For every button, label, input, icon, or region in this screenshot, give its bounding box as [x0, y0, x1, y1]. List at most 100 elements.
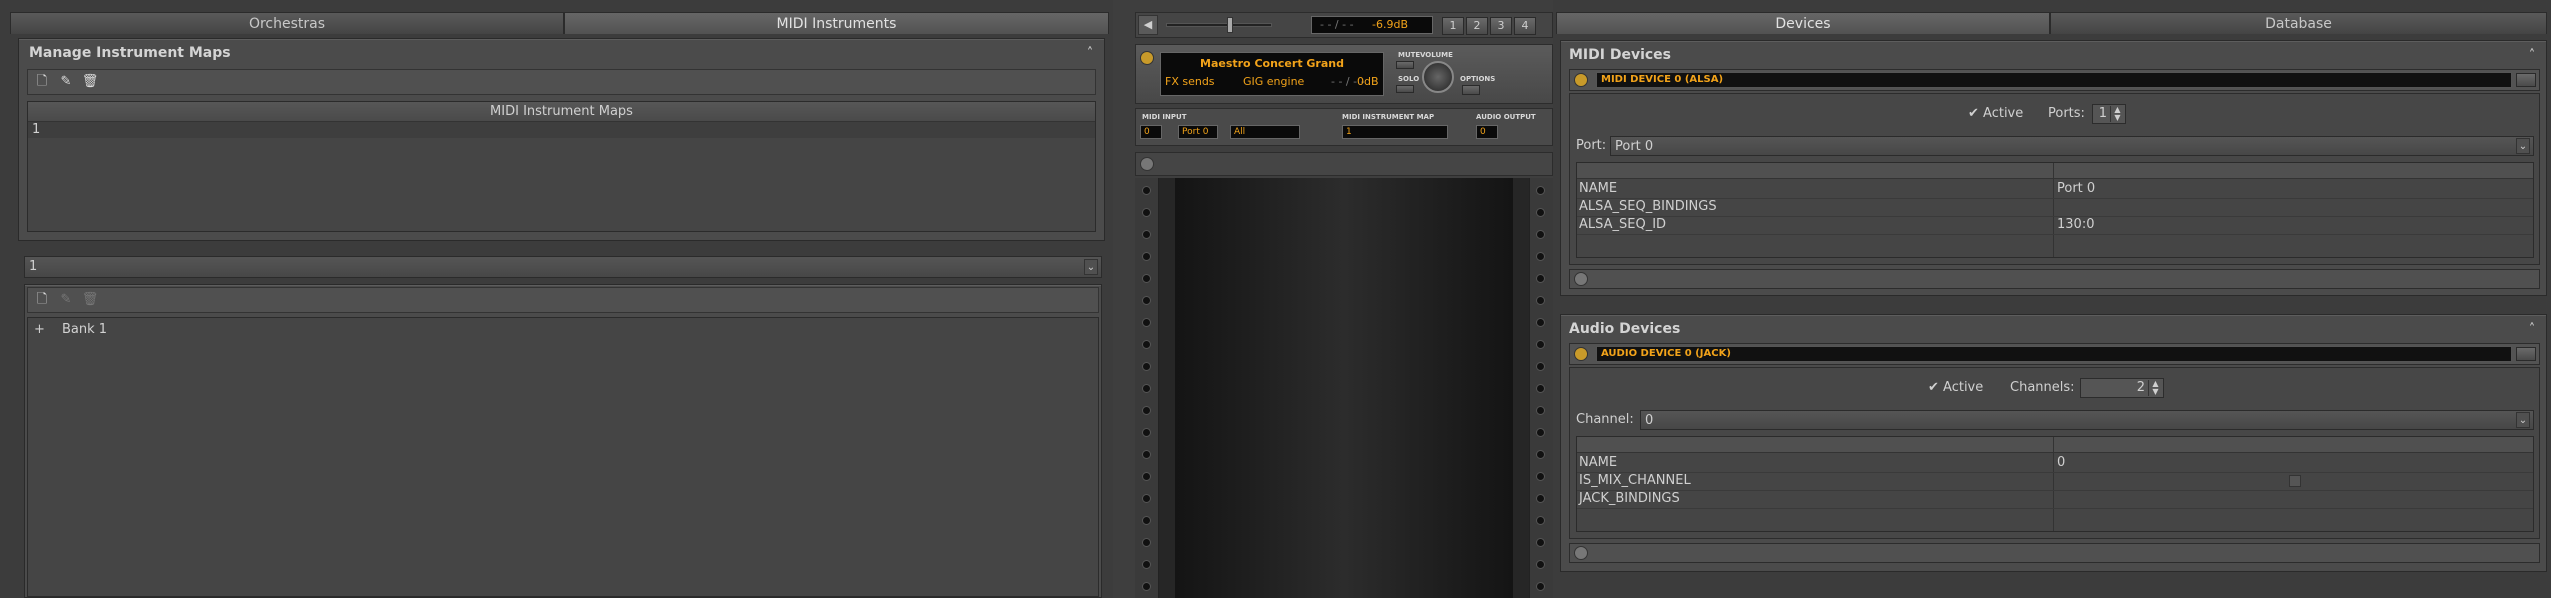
options-button[interactable] — [1462, 85, 1480, 95]
midi-device-power-icon[interactable] — [1574, 73, 1588, 87]
midi-device-body: ✔ Active Ports: 1 ▲ ▼ Port: Port 0 ⌄ NAME… — [1569, 93, 2540, 265]
delete-map-icon[interactable]: 🗑 — [80, 72, 100, 92]
rack-hole — [1536, 252, 1545, 261]
channels-spinbox[interactable]: 2 ▲ ▼ — [2080, 378, 2164, 398]
midi-active-checkbox[interactable]: ✔ Active — [1968, 106, 2023, 121]
channels-value: 2 — [2136, 380, 2145, 395]
rack-hole — [1536, 208, 1545, 217]
rack-hole — [1536, 406, 1545, 415]
add-bank-icon[interactable]: 🗋 — [32, 290, 52, 310]
power-icon[interactable] — [1140, 51, 1154, 65]
add-channel-bar — [1135, 152, 1553, 176]
manage-maps-frame: Manage Instrument Maps ˄ 🗋 ✎ 🗑 MIDI Inst… — [18, 38, 1105, 241]
table-row[interactable]: ALSA_SEQ_ID 130:0 — [1577, 217, 2533, 234]
rack-hole — [1536, 560, 1545, 569]
add-audio-device-icon[interactable] — [1574, 546, 1588, 560]
port-select[interactable]: Port 0 ⌄ — [1610, 136, 2534, 156]
page-3-button[interactable]: 3 — [1490, 17, 1512, 35]
edit-map-icon[interactable]: ✎ — [56, 72, 76, 92]
rack-hole — [1142, 428, 1151, 437]
rack-hole — [1142, 230, 1151, 239]
midi-devices-title: MIDI Devices — [1569, 47, 1672, 63]
ports-spinbox[interactable]: 1 ▲ ▼ — [2092, 104, 2126, 124]
mix-channel-checkbox[interactable] — [2289, 475, 2301, 487]
audio-devices-frame: Audio Devices ˄ AUDIO DEVICE 0 (JACK) ✔ … — [1560, 314, 2547, 572]
page-1-button[interactable]: 1 — [1442, 17, 1464, 35]
channel-page-buttons: 1 2 3 4 — [1442, 17, 1538, 35]
tree-row[interactable]: + Bank 1 — [28, 322, 328, 340]
table-row[interactable]: ALSA_SEQ_BINDINGS — [1577, 199, 2533, 216]
row-divider — [1577, 234, 2533, 235]
rack-hole — [1536, 538, 1545, 547]
param-key: NAME — [1579, 455, 1618, 470]
chevron-down-icon: ⌄ — [2516, 412, 2530, 428]
audio-device-options-button[interactable] — [2516, 347, 2536, 361]
collapse-icon[interactable]: ˄ — [2524, 322, 2540, 338]
collapse-icon[interactable]: ˄ — [2524, 48, 2540, 64]
volume-knob[interactable] — [1422, 61, 1454, 93]
midi-input-port[interactable]: Port 0 — [1178, 125, 1218, 139]
add-map-icon[interactable]: 🗋 — [32, 72, 52, 92]
master-lcd: - - / - - -6.9dB — [1311, 16, 1433, 34]
rack-hole — [1142, 384, 1151, 393]
tab-orchestras[interactable]: Orchestras — [10, 12, 564, 34]
master-volume-slider[interactable] — [1166, 17, 1272, 33]
midi-device-options-button[interactable] — [2516, 73, 2536, 87]
fx-sends-link[interactable]: FX sends — [1165, 75, 1215, 88]
audio-params-table: NAME 0 IS_MIX_CHANNEL JACK_BINDINGS — [1576, 436, 2534, 532]
midi-input-channel[interactable]: All — [1230, 125, 1300, 139]
rack-hole — [1142, 296, 1151, 305]
rack-hole — [1536, 318, 1545, 327]
spin-arrows-icon[interactable]: ▲ ▼ — [2148, 380, 2162, 396]
edit-bank-icon[interactable]: ✎ — [56, 290, 76, 310]
channel-strip: Maestro Concert Grand FX sends GIG engin… — [1135, 44, 1553, 104]
rack-hole — [1536, 362, 1545, 371]
left-pane: Orchestras MIDI Instruments Manage Instr… — [0, 0, 1113, 598]
ports-label: Ports: — [2048, 106, 2085, 121]
midi-input-device[interactable]: 0 — [1140, 125, 1162, 139]
page-2-button[interactable]: 2 — [1466, 17, 1488, 35]
rack-hole — [1142, 186, 1151, 195]
rack-hole — [1536, 230, 1545, 239]
right-pane: Devices Database MIDI Devices ˄ MIDI DEV… — [1553, 0, 2551, 598]
audio-device-name[interactable]: AUDIO DEVICE 0 (JACK) — [1596, 346, 2512, 362]
spin-arrows-icon[interactable]: ▲ ▼ — [2110, 106, 2124, 122]
table-row[interactable]: NAME 0 — [1577, 455, 2533, 472]
table-row[interactable]: IS_MIX_CHANNEL — [1577, 473, 2533, 490]
speaker-icon[interactable]: ◀ — [1138, 15, 1158, 35]
midi-device-name[interactable]: MIDI DEVICE 0 (ALSA) — [1596, 72, 2512, 88]
maps-table-header: MIDI Instrument Maps — [28, 102, 1095, 122]
instrument-map-combo[interactable]: 1 — [1342, 125, 1448, 139]
instrument-map-label: MIDI INSTRUMENT MAP — [1342, 113, 1435, 121]
solo-button[interactable] — [1396, 85, 1414, 93]
rack-hole — [1142, 450, 1151, 459]
collapse-icon[interactable]: ˄ — [1082, 46, 1098, 62]
tab-database[interactable]: Database — [2050, 12, 2547, 34]
tab-midi-instruments[interactable]: MIDI Instruments — [564, 12, 1109, 34]
rack-interior — [1175, 178, 1513, 598]
expand-icon[interactable]: + — [34, 322, 45, 337]
add-midi-device-icon[interactable] — [1574, 272, 1588, 286]
mute-button[interactable] — [1396, 61, 1414, 69]
center-pane: ◀ - - / - - -6.9dB 1 2 3 4 Maestro Conce… — [1113, 0, 1553, 598]
page-4-button[interactable]: 4 — [1514, 17, 1536, 35]
table-row[interactable]: 1 — [28, 122, 1095, 138]
table-row[interactable]: NAME Port 0 — [1577, 181, 2533, 198]
slider-handle[interactable] — [1227, 17, 1233, 33]
audio-device-power-icon[interactable] — [1574, 347, 1588, 361]
master-volume-value: -6.9dB — [1372, 18, 1408, 31]
instrument-name: Maestro Concert Grand — [1200, 57, 1344, 70]
add-channel-icon[interactable] — [1140, 157, 1154, 171]
audio-output-device[interactable]: 0 — [1476, 125, 1498, 139]
table-row[interactable]: JACK_BINDINGS — [1577, 491, 2533, 508]
param-key: ALSA_SEQ_ID — [1579, 217, 1667, 232]
rack-hole — [1142, 318, 1151, 327]
chevron-down-icon: ⌄ — [1084, 259, 1098, 275]
audio-active-checkbox[interactable]: ✔ Active — [1928, 380, 1983, 395]
instrument-map-select[interactable]: 1 ⌄ — [24, 256, 1102, 278]
delete-bank-icon[interactable]: 🗑 — [80, 290, 100, 310]
channel-select[interactable]: 0 ⌄ — [1640, 410, 2534, 430]
param-key: ALSA_SEQ_BINDINGS — [1579, 199, 1717, 214]
instrument-lcd[interactable]: Maestro Concert Grand FX sends GIG engin… — [1160, 52, 1384, 96]
tab-devices[interactable]: Devices — [1556, 12, 2050, 34]
